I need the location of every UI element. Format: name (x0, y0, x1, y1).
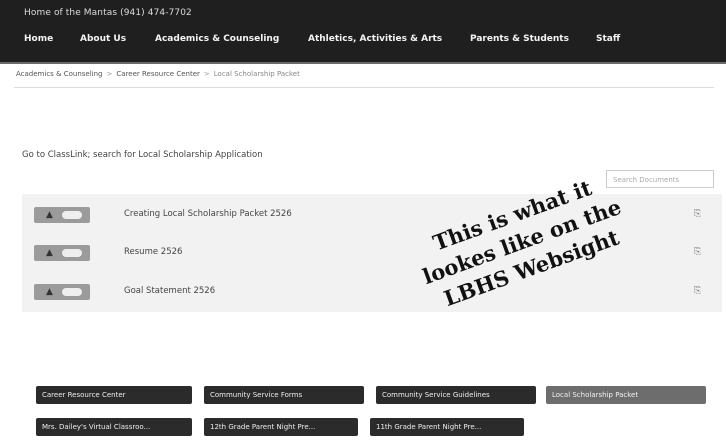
tab-12th-grade-parent-night[interactable]: 12th Grade Parent Night Pre... (204, 418, 358, 436)
tab-community-service-forms[interactable]: Community Service Forms (204, 386, 364, 404)
tab-career-resource-center[interactable]: Career Resource Center (36, 386, 192, 404)
header-phone: Home of the Mantas (941) 474-7702 (24, 8, 192, 18)
download-icon: ▲ (46, 210, 53, 220)
breadcrumb-link-career-center[interactable]: Career Resource Center (116, 70, 200, 78)
link-icon (62, 249, 82, 257)
breadcrumb-separator: > (106, 70, 113, 78)
download-icon: ▲ (46, 248, 53, 258)
link-icon (62, 211, 82, 219)
document-title[interactable]: Goal Statement 2526 (124, 286, 215, 296)
download-icon: ▲ (46, 287, 53, 297)
tab-community-service-guidelines[interactable]: Community Service Guidelines (376, 386, 536, 404)
tab-11th-grade-parent-night[interactable]: 11th Grade Parent Night Pre... (370, 418, 524, 436)
nav-about-us[interactable]: About Us (80, 34, 126, 44)
nav-staff[interactable]: Staff (596, 34, 620, 44)
external-link-icon[interactable]: ⎘ (694, 209, 701, 219)
breadcrumb: Academics & Counseling > Career Resource C… (16, 70, 300, 78)
nav-academics-counseling[interactable]: Academics & Counseling (155, 34, 279, 44)
document-title[interactable]: Resume 2526 (124, 247, 182, 257)
intro-text: Go to ClassLink; search for Local Schola… (22, 150, 263, 160)
nav-home[interactable]: Home (24, 34, 53, 44)
nav-parents-students[interactable]: Parents & Students (470, 34, 569, 44)
breadcrumb-link-academics[interactable]: Academics & Counseling (16, 70, 103, 78)
tab-virtual-classroom[interactable]: Mrs. Dailey's Virtual Classroo... (36, 418, 192, 436)
site-header: Home of the Mantas (941) 474-7702 Home A… (0, 0, 726, 64)
tab-local-scholarship-packet[interactable]: Local Scholarship Packet (546, 386, 706, 404)
external-link-icon[interactable]: ⎘ (694, 247, 701, 257)
document-row: ▲ Goal Statement 2526 ⎘ (22, 277, 722, 307)
main-nav: Home About Us Academics & Counseling Ath… (0, 34, 726, 50)
breadcrumb-current: Local Scholarship Packet (213, 70, 300, 78)
nav-athletics-activities-arts[interactable]: Athletics, Activities & Arts (308, 34, 442, 44)
link-icon (62, 288, 82, 296)
divider (14, 87, 714, 88)
breadcrumb-separator: > (203, 70, 210, 78)
download-button[interactable]: ▲ (34, 284, 90, 300)
download-button[interactable]: ▲ (34, 207, 90, 223)
document-title[interactable]: Creating Local Scholarship Packet 2526 (124, 209, 292, 219)
external-link-icon[interactable]: ⎘ (694, 286, 701, 296)
download-button[interactable]: ▲ (34, 245, 90, 261)
